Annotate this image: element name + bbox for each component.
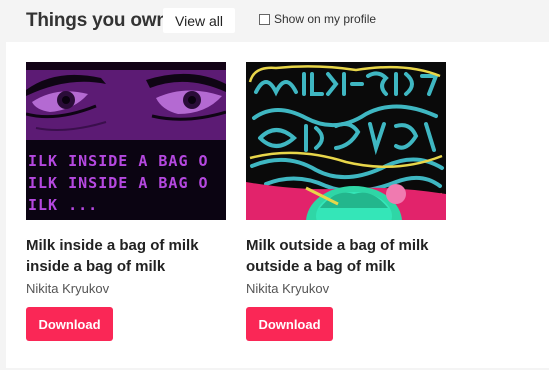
cover-text-line: ILK INSIDE A BAG O [28, 152, 209, 170]
cover-text-line: ILK INSIDE A BAG O [28, 174, 209, 192]
cover-text-line: ILK ... [28, 196, 98, 214]
owned-item-card: Milk outside a bag of milk outside a bag… [246, 62, 446, 341]
section-title: Things you own [26, 10, 168, 31]
view-all-button[interactable]: View all [163, 8, 235, 33]
show-on-profile-label: Show on my profile [274, 12, 377, 26]
owned-items-panel: ILK INSIDE A BAG O ILK INSIDE A BAG O IL… [6, 42, 549, 368]
item-title[interactable]: Milk inside a bag of milk inside a bag o… [26, 235, 226, 277]
game-cover-image[interactable] [246, 62, 446, 220]
owned-item-card: ILK INSIDE A BAG O ILK INSIDE A BAG O IL… [26, 62, 226, 341]
download-button[interactable]: Download [26, 307, 113, 341]
item-author[interactable]: Nikita Kryukov [26, 281, 226, 296]
item-title[interactable]: Milk outside a bag of milk outside a bag… [246, 235, 446, 277]
show-on-profile-toggle[interactable]: Show on my profile [259, 12, 376, 26]
show-on-profile-checkbox[interactable] [259, 13, 270, 25]
item-author[interactable]: Nikita Kryukov [246, 281, 446, 296]
download-button[interactable]: Download [246, 307, 333, 341]
section-header: Things you own View all Show on my profi… [0, 0, 549, 42]
game-cover-image[interactable]: ILK INSIDE A BAG O ILK INSIDE A BAG O IL… [26, 62, 226, 220]
